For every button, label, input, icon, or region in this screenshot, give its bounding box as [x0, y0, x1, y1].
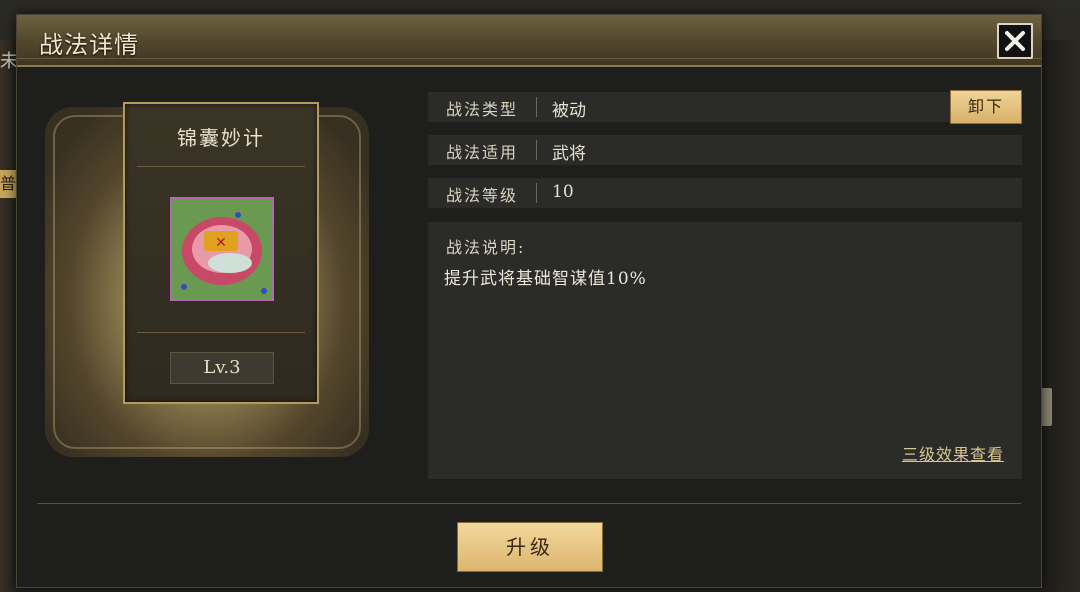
- row-separator: [536, 140, 537, 160]
- close-icon: [1005, 31, 1025, 51]
- dialog-title-bar: 战法详情: [17, 15, 1041, 67]
- skill-name: 锦囊妙计: [177, 126, 265, 150]
- background-left-tab: 普: [0, 170, 16, 198]
- level-3-effect-link[interactable]: 三级效果查看: [902, 441, 1004, 465]
- info-row-type: 战法类型 被动 卸下: [428, 90, 1022, 124]
- dialog-title: 战法详情: [39, 31, 139, 59]
- target-value: 武将: [552, 144, 586, 164]
- background-right-panel: [1040, 40, 1080, 592]
- target-label: 战法适用: [446, 143, 519, 162]
- unload-button[interactable]: 卸下: [950, 90, 1022, 124]
- info-row-grade: 战法等级 10: [428, 178, 1022, 208]
- skill-card: 锦囊妙计 ✕ Lv.3: [123, 102, 319, 404]
- info-row-target: 战法适用 武将: [428, 135, 1022, 165]
- row-separator: [536, 183, 537, 203]
- svg-text:✕: ✕: [215, 235, 227, 251]
- skill-level: Lv.3: [170, 352, 274, 384]
- skill-description-panel: 战法说明: 提升武将基础智谋值10% 三级效果查看: [428, 222, 1022, 479]
- upgrade-button[interactable]: 升级: [457, 522, 603, 572]
- card-divider-bottom: [137, 332, 305, 333]
- description-title: 战法说明:: [446, 238, 526, 257]
- grade-label: 战法等级: [446, 186, 519, 205]
- grade-value: 10: [552, 182, 574, 202]
- background-left-glyph: 未: [0, 51, 18, 72]
- type-label: 战法类型: [446, 100, 519, 119]
- type-value: 被动: [552, 101, 586, 121]
- silk-pouch-icon: ✕: [170, 197, 274, 301]
- skill-detail-dialog: 战法详情 锦囊妙计 ✕ Lv.3 战法类型 被动 卸下 战法适用 武将 战法等级…: [16, 14, 1042, 588]
- row-separator: [536, 97, 537, 117]
- description-text: 提升武将基础智谋值10%: [444, 269, 647, 289]
- bottom-divider: [37, 503, 1021, 504]
- card-divider-top: [137, 166, 305, 167]
- close-button[interactable]: [997, 23, 1033, 59]
